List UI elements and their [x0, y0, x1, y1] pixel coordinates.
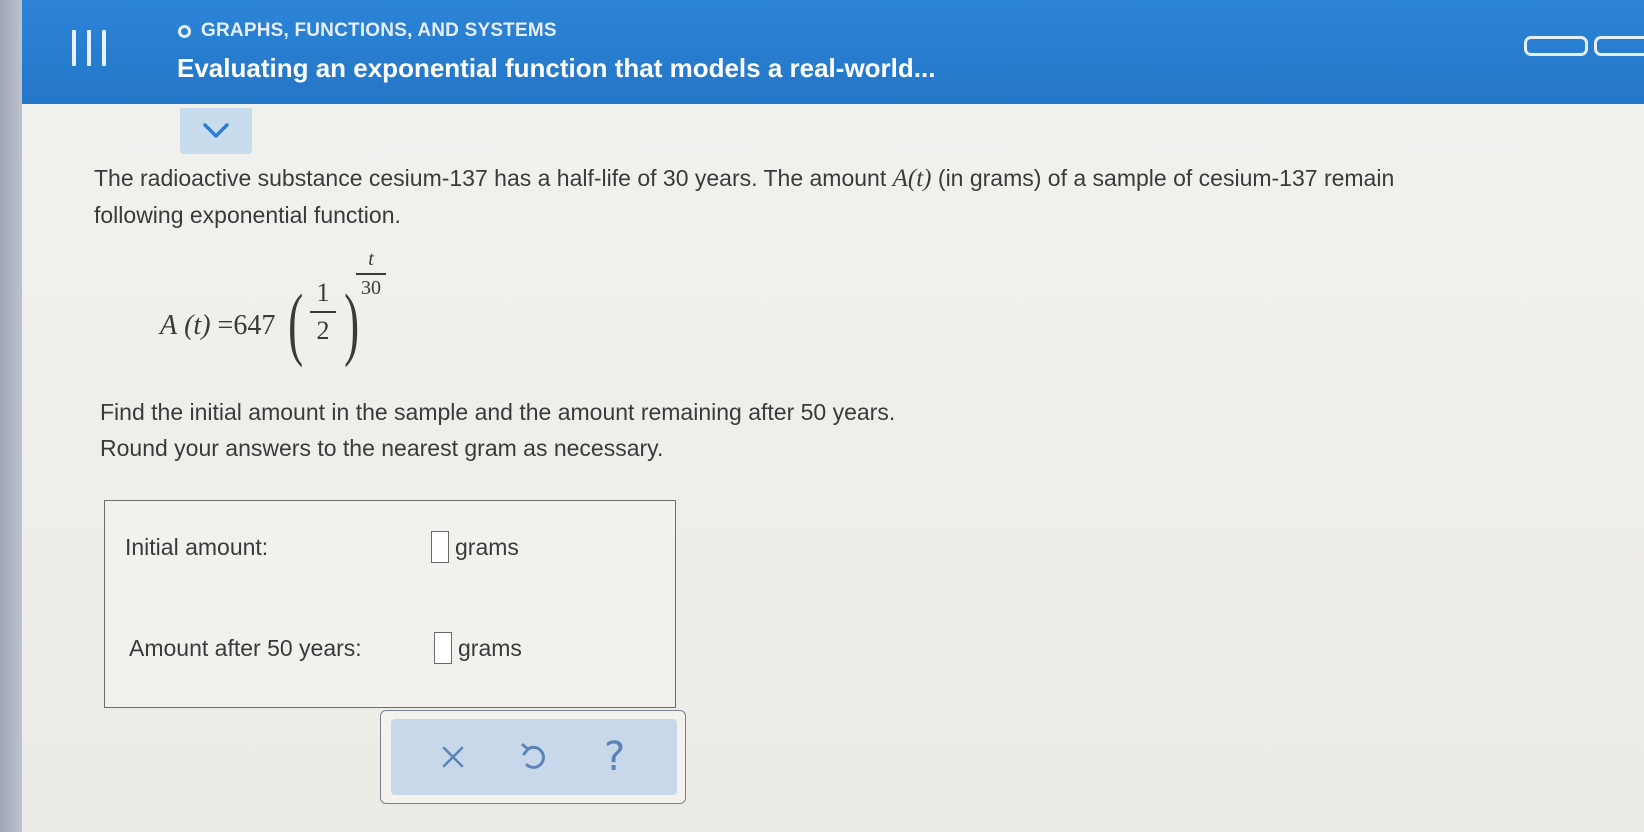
- chevron-down-icon: [203, 123, 229, 138]
- progress-circle-icon: [178, 24, 191, 38]
- undo-button[interactable]: [510, 733, 558, 781]
- initial-amount-label: Initial amount:: [125, 533, 269, 560]
- equation-coefficient: 647: [233, 310, 276, 341]
- amount-after-row: Amount after 50 years: grams: [129, 632, 522, 664]
- initial-amount-row: Initial amount: grams: [125, 531, 519, 563]
- initial-amount-unit: grams: [455, 533, 519, 560]
- initial-amount-input[interactable]: [431, 531, 449, 563]
- exponent-fraction: t 30: [356, 248, 386, 300]
- header-bar: GRAPHS, FUNCTIONS, AND SYSTEMS Evaluatin…: [22, 0, 1644, 104]
- problem-line-2: following exponential function.: [94, 202, 401, 228]
- collapse-toggle[interactable]: [180, 108, 252, 154]
- progress-bar-widget: [1524, 36, 1644, 56]
- problem-statement: The radioactive substance cesium-137 has…: [94, 160, 1644, 233]
- instructions-line-1: Find the initial amount in the sample an…: [100, 399, 896, 425]
- menu-icon[interactable]: [72, 30, 106, 70]
- clear-button[interactable]: [429, 733, 477, 781]
- equation-lhs: A (t) =647: [160, 310, 276, 341]
- undo-icon: [521, 743, 545, 769]
- help-button[interactable]: ?: [591, 733, 639, 781]
- answer-box: Initial amount: grams Amount after 50 ye…: [104, 500, 676, 708]
- problem-line-1: The radioactive substance cesium-137 has…: [94, 165, 1395, 192]
- screen: GRAPHS, FUNCTIONS, AND SYSTEMS Evaluatin…: [0, 0, 1644, 832]
- topic-title: Evaluating an exponential function that …: [177, 53, 936, 83]
- action-panel: ?: [380, 710, 686, 804]
- category-label: GRAPHS, FUNCTIONS, AND SYSTEMS: [201, 20, 557, 41]
- instructions: Find the initial amount in the sample an…: [100, 394, 895, 466]
- left-paren: (: [288, 277, 304, 368]
- category-row: GRAPHS, FUNCTIONS, AND SYSTEMS: [178, 20, 557, 42]
- base-fraction: 1 2: [310, 278, 336, 346]
- amount-after-input[interactable]: [434, 632, 452, 664]
- amount-after-label: Amount after 50 years:: [129, 634, 362, 661]
- instructions-line-2: Round your answers to the nearest gram a…: [100, 435, 664, 461]
- amount-after-unit: grams: [458, 634, 522, 661]
- help-icon: ?: [604, 734, 626, 780]
- action-button-bar: ?: [391, 719, 677, 795]
- x-icon: [443, 746, 464, 768]
